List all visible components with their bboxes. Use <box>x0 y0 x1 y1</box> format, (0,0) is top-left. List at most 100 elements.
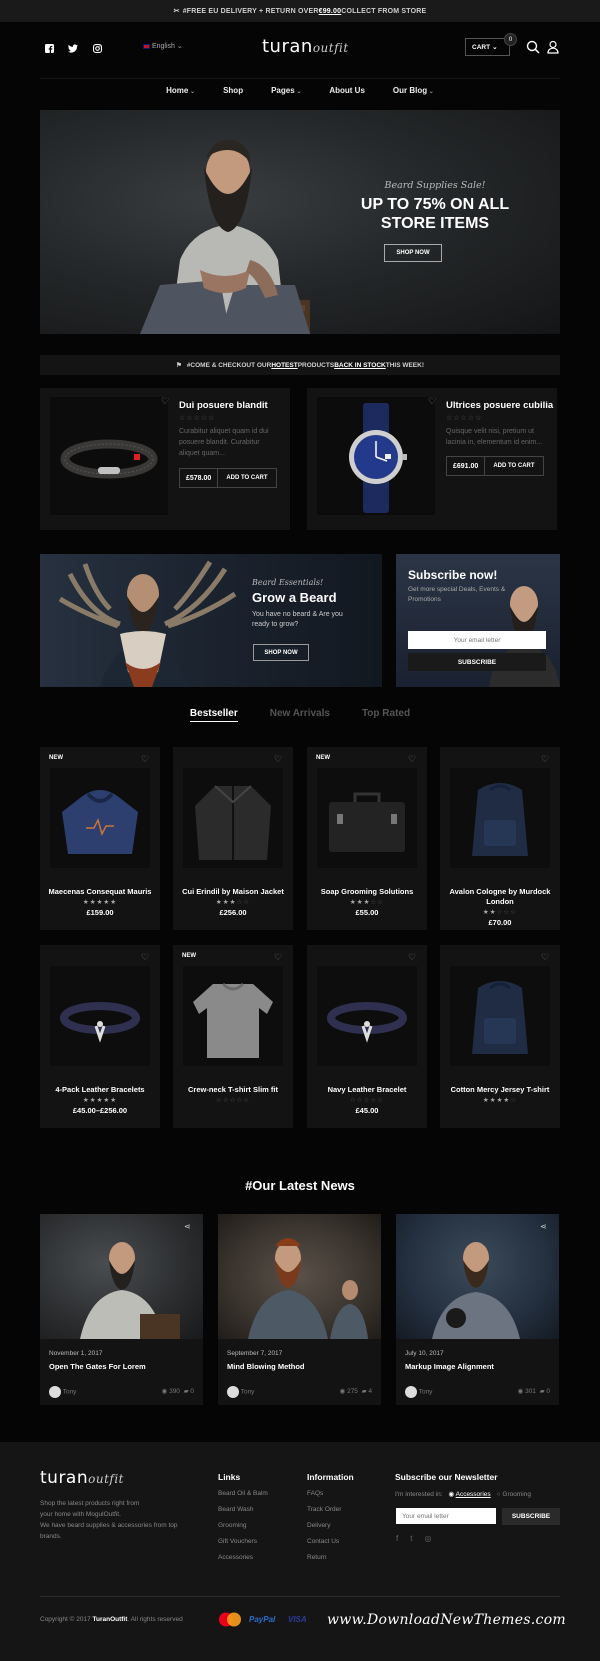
grow-shop-now-button[interactable]: SHOP NOW <box>253 644 309 661</box>
news-image[interactable] <box>396 1214 559 1339</box>
product-card[interactable]: ♡ Avalon Cologne by Murdock London ★★☆☆☆ £70… <box>440 747 560 930</box>
product-image[interactable] <box>450 768 550 868</box>
news-card[interactable]: ⋖ November 1, 2017 Open The Gates For Lore… <box>40 1214 203 1405</box>
interest-accessories-radio[interactable]: ◉ Accessories <box>448 1490 490 1498</box>
news-author[interactable]: Tony <box>419 1389 433 1396</box>
wishlist-heart-icon[interactable]: ♡ <box>541 754 549 765</box>
facebook-icon[interactable]: f <box>396 1534 398 1543</box>
share-icon[interactable]: ⋖ <box>540 1222 547 1231</box>
product-title[interactable]: Ultrices posuere cubilia <box>446 400 553 411</box>
nav-item-home[interactable]: Home ⌄ <box>166 86 195 95</box>
product-card[interactable]: ♡ 4-Pack Leather Bracelets ★★★★★ £45.00–£25… <box>40 945 160 1128</box>
product-card[interactable]: ♡ Cotton Mercy Jersey T-shirt ★★★★☆ <box>440 945 560 1128</box>
add-to-cart-button[interactable]: ADD TO CART <box>218 475 275 481</box>
product-image[interactable] <box>317 397 435 515</box>
footer-link[interactable]: Track Order <box>307 1502 341 1518</box>
news-card[interactable]: September 7, 2017 Mind Blowing Method Ton… <box>218 1214 381 1405</box>
wishlist-heart-icon[interactable]: ♡ <box>408 952 416 963</box>
footer-link[interactable]: FAQs <box>307 1486 341 1502</box>
wishlist-heart-icon[interactable]: ♡ <box>274 754 282 765</box>
promo-text-end: COLLECT FROM STORE <box>341 7 427 15</box>
nav-item-blog[interactable]: Our Blog ⌄ <box>393 86 434 95</box>
facebook-icon[interactable] <box>40 39 58 57</box>
news-title[interactable]: Markup Image Alignment <box>405 1362 494 1371</box>
news-image[interactable] <box>218 1214 381 1339</box>
product-card[interactable]: ♡ Navy Leather Bracelet ☆☆☆☆☆ £45.00 <box>307 945 427 1128</box>
wishlist-heart-icon[interactable]: ♡ <box>428 396 436 407</box>
product-title[interactable]: Dui posuere blandit <box>179 400 268 411</box>
rating-stars: ★★★★☆ <box>482 1097 518 1104</box>
news-image[interactable] <box>40 1214 203 1339</box>
wishlist-heart-icon[interactable]: ♡ <box>541 952 549 963</box>
add-to-cart-button[interactable]: ADD TO CART <box>485 463 542 469</box>
search-icon[interactable] <box>526 40 540 54</box>
product-name[interactable]: Navy Leather Bracelet <box>311 1085 423 1095</box>
news-title[interactable]: Open The Gates For Lorem <box>49 1362 146 1371</box>
nav-item-shop[interactable]: Shop <box>223 86 243 95</box>
product-image[interactable] <box>317 768 417 868</box>
notice-stock-link[interactable]: BACK IN STOCK <box>334 362 386 369</box>
product-name[interactable]: Crew-neck T-shirt Slim fit <box>177 1085 289 1095</box>
product-image[interactable] <box>183 966 283 1066</box>
newsletter-subscribe-button[interactable]: SUBSCRIBE <box>502 1508 560 1525</box>
nav-item-pages[interactable]: Pages ⌄ <box>271 86 301 95</box>
product-card[interactable]: ♡ Cui Erindil by Maison Jacket ★★★☆☆ £256.0… <box>173 747 293 930</box>
hero-shop-now-button[interactable]: SHOP NOW <box>384 244 442 262</box>
footer-link[interactable]: Beard Oil & Balm <box>218 1486 268 1502</box>
product-card[interactable]: NEW ♡ Maecenas Consequat Mauris ★★★★★ £159.0… <box>40 747 160 930</box>
wishlist-heart-icon[interactable]: ♡ <box>274 952 282 963</box>
footer-link[interactable]: Delivery <box>307 1518 341 1534</box>
footer-link[interactable]: Beard Wash <box>218 1502 268 1518</box>
product-name[interactable]: Soap Grooming Solutions <box>311 887 423 897</box>
footer-link[interactable]: Return <box>307 1550 341 1566</box>
instagram-icon[interactable] <box>88 39 106 57</box>
twitter-icon[interactable]: t <box>410 1534 412 1543</box>
nav-item-about[interactable]: About Us <box>329 86 365 95</box>
language-selector[interactable]: English ⌄ <box>143 42 183 50</box>
news-title[interactable]: Mind Blowing Method <box>227 1362 304 1371</box>
tab-new-arrivals[interactable]: New Arrivals <box>270 708 330 722</box>
wishlist-heart-icon[interactable]: ♡ <box>141 754 149 765</box>
wishlist-heart-icon[interactable]: ♡ <box>141 952 149 963</box>
news-card[interactable]: ⋖ July 10, 2017 Markup Image Alignment Ton… <box>396 1214 559 1405</box>
newsletter-email-input[interactable] <box>396 1508 496 1524</box>
tab-top-rated[interactable]: Top Rated <box>362 708 410 722</box>
product-card[interactable]: NEW ♡ Soap Grooming Solutions ★★★☆☆ £55.00 <box>307 747 427 930</box>
product-image[interactable] <box>50 966 150 1066</box>
interest-grooming-radio[interactable]: ○ Grooming <box>497 1491 531 1498</box>
news-author[interactable]: Tony <box>63 1389 77 1396</box>
instagram-icon[interactable]: ◎ <box>424 1534 431 1543</box>
subscribe-button[interactable]: SUBSCRIBE <box>408 653 546 671</box>
wishlist-heart-icon[interactable]: ♡ <box>161 396 169 407</box>
site-logo[interactable]: turanoutfit <box>262 36 349 57</box>
news-author[interactable]: Tony <box>241 1389 255 1396</box>
product-card[interactable]: NEW ♡ Crew-neck T-shirt Slim fit ☆☆☆☆☆ <box>173 945 293 1128</box>
product-image[interactable] <box>50 397 168 515</box>
footer-link[interactable]: Grooming <box>218 1518 268 1534</box>
subscribe-email-input[interactable] <box>408 631 546 649</box>
notice-hotest-link[interactable]: HOTEST <box>271 362 297 369</box>
product-name[interactable]: 4-Pack Leather Bracelets <box>44 1085 156 1095</box>
news-photo <box>248 1238 368 1339</box>
tab-bestseller[interactable]: Bestseller <box>189 708 238 722</box>
footer-link[interactable]: Accessories <box>218 1550 268 1566</box>
featured-product-card[interactable]: ♡ Dui posuere blandit ☆☆☆☆☆ Curabitur al… <box>40 388 290 530</box>
twitter-icon[interactable] <box>64 39 82 57</box>
backpack-icon <box>472 783 528 856</box>
featured-product-card[interactable]: ♡ Ultrices posuere cubilia ☆☆☆☆☆ Quisque… <box>307 388 557 530</box>
product-image[interactable] <box>50 768 150 868</box>
footer-logo[interactable]: turanoutfit <box>40 1468 124 1488</box>
product-image[interactable] <box>183 768 283 868</box>
share-icon[interactable]: ⋖ <box>184 1222 191 1231</box>
chevron-down-icon: ⌄ <box>427 89 434 95</box>
user-icon[interactable] <box>546 40 560 54</box>
product-name[interactable]: Avalon Cologne by Murdock London <box>444 887 556 907</box>
product-image[interactable] <box>450 966 550 1066</box>
product-image[interactable] <box>317 966 417 1066</box>
product-name[interactable]: Cui Erindil by Maison Jacket <box>177 887 289 897</box>
footer-link[interactable]: Contact Us <box>307 1534 341 1550</box>
wishlist-heart-icon[interactable]: ♡ <box>408 754 416 765</box>
product-name[interactable]: Maecenas Consequat Mauris <box>44 887 156 897</box>
product-name[interactable]: Cotton Mercy Jersey T-shirt <box>444 1085 556 1095</box>
footer-link[interactable]: Gift Vouchers <box>218 1534 268 1550</box>
